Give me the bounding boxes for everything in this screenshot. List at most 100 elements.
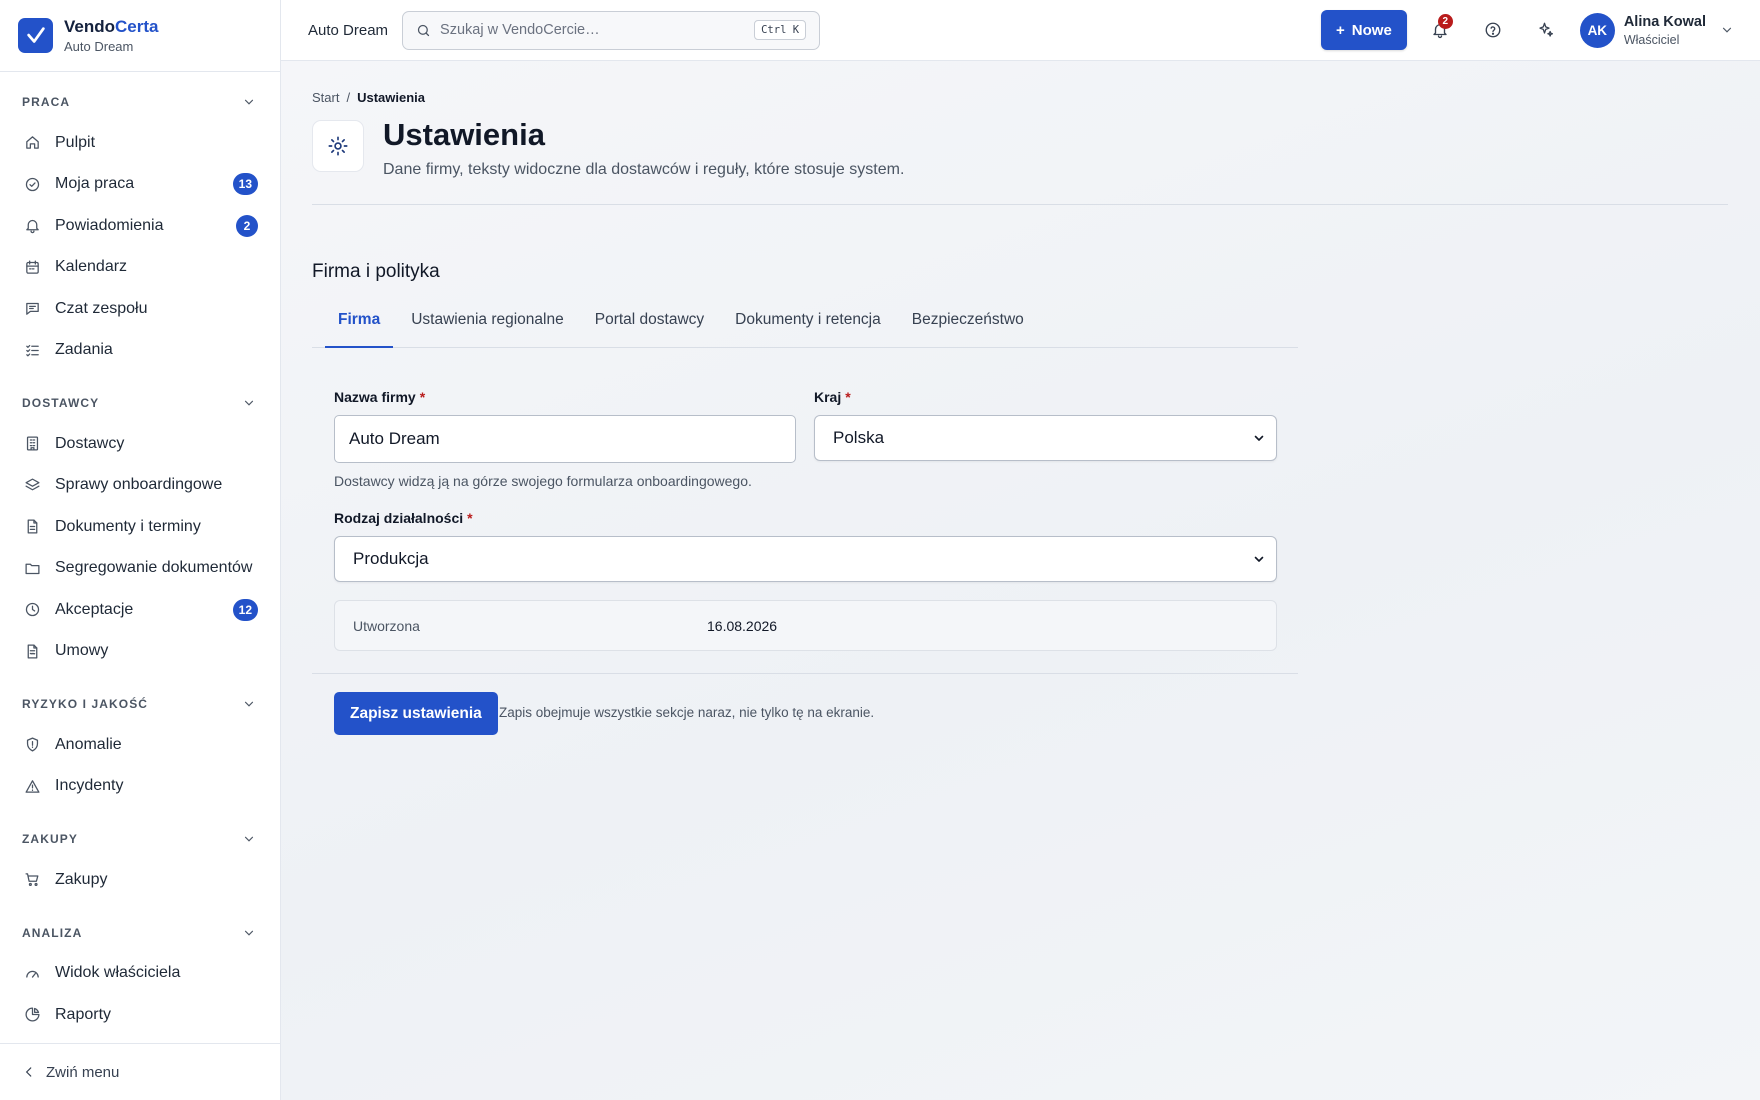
sidebar-item-label: Zadania xyxy=(55,341,113,359)
form-divider xyxy=(312,673,1298,674)
count-badge: 13 xyxy=(232,173,258,196)
help-circle-icon xyxy=(1485,22,1501,38)
sidebar-item-label: Incydenty xyxy=(55,777,124,795)
contract-icon xyxy=(27,644,38,659)
sidebar-item[interactable]: Anomalie xyxy=(0,724,280,766)
sidebar-section-title: DOSTAWCY xyxy=(22,396,100,410)
breadcrumb: Start / Ustawienia xyxy=(312,90,425,105)
notification-count-badge: 2 xyxy=(1437,14,1453,29)
tab-regional-settings[interactable]: Ustawienia regionalne xyxy=(398,311,577,348)
sidebar-item[interactable]: Dostawcy xyxy=(0,423,280,465)
sidebar-item[interactable]: Kalendarz xyxy=(0,247,280,289)
search-input[interactable] xyxy=(440,22,755,38)
search-icon xyxy=(417,24,430,36)
shield-icon xyxy=(26,737,39,752)
sidebar-section-title: ZAKUPY xyxy=(22,832,78,846)
topbar: Auto Dream Ctrl K + Nowe 2 AK Alina Kowa… xyxy=(281,0,1760,61)
created-info-box: Utworzona 16.08.2026 xyxy=(334,600,1277,651)
sidebar-section-title: ANALIZA xyxy=(22,925,83,940)
chevron-down-icon xyxy=(244,836,254,842)
folder-icon xyxy=(25,563,40,574)
chevron-down-icon xyxy=(1254,556,1264,562)
sidebar-item[interactable]: Umowy xyxy=(0,631,280,673)
settings-gear-icon xyxy=(312,120,364,172)
sidebar-nav: PRACA Pulpit Moja praca 13 Powiadomienia 2 Kal… xyxy=(0,82,280,1077)
tab-security[interactable]: Bezpieczeństwo xyxy=(899,311,1037,348)
sidebar-item-label: Moja praca xyxy=(55,175,135,193)
sidebar-item-label: Widok właściciela xyxy=(55,964,181,982)
sidebar-item[interactable]: Dokumenty i terminy xyxy=(0,506,280,548)
chevron-down-icon xyxy=(244,930,254,936)
sidebar-item[interactable]: Segregowanie dokumentów xyxy=(0,548,280,590)
sidebar-item-label: Czat zespołu xyxy=(55,299,148,317)
sidebar-item-label: Powiadomienia xyxy=(55,216,164,234)
sidebar-item-label: Umowy xyxy=(55,642,109,660)
sidebar-item[interactable]: Incydenty xyxy=(0,766,280,808)
created-value: 16.08.2026 xyxy=(707,617,778,634)
country-label: Kraj * xyxy=(814,389,851,405)
company-name-label: Nazwa firmy * xyxy=(334,389,426,405)
check-circle-icon xyxy=(25,177,40,191)
search-box[interactable]: Ctrl K xyxy=(402,10,821,50)
sidebar-section-header[interactable]: ZAKUPY xyxy=(0,819,280,859)
new-button[interactable]: + Nowe xyxy=(1321,10,1407,50)
sidebar-item[interactable]: Powiadomienia 2 xyxy=(0,205,280,247)
sidebar-section-header[interactable]: PRACA xyxy=(0,82,280,122)
sidebar-item-label: Dokumenty i terminy xyxy=(55,517,201,535)
chevron-left-icon xyxy=(25,1067,32,1077)
home-icon xyxy=(26,136,39,150)
sidebar-item[interactable]: Pulpit xyxy=(0,122,280,164)
country-select-value: Polska xyxy=(833,428,885,447)
collapse-menu-button[interactable]: Zwiń menu xyxy=(0,1043,280,1100)
chevron-down-icon xyxy=(1254,435,1264,441)
business-type-select[interactable]: Produkcja xyxy=(334,536,1277,582)
sidebar-section-header[interactable]: ANALIZA xyxy=(0,913,280,953)
country-select[interactable]: Polska xyxy=(814,415,1277,461)
avatar: AK xyxy=(1579,12,1615,48)
help-button[interactable] xyxy=(1471,8,1515,52)
chevron-down-icon xyxy=(244,701,254,707)
tab-supplier-portal[interactable]: Portal dostawcy xyxy=(582,311,717,348)
notifications-button[interactable]: 2 xyxy=(1418,8,1462,52)
sidebar-item[interactable]: Akceptacje 12 xyxy=(0,589,280,631)
save-settings-button[interactable]: Zapisz ustawienia xyxy=(334,692,498,735)
sparkles-icon xyxy=(1539,22,1553,37)
sidebar-item[interactable]: Raporty xyxy=(0,994,280,1036)
tab-firma[interactable]: Firma xyxy=(325,311,394,348)
save-note: Zapis obejmuje wszystkie sekcje naraz, n… xyxy=(499,705,875,720)
building-icon xyxy=(26,436,39,451)
sidebar-item-label: Zakupy xyxy=(55,870,108,888)
page-title: Ustawienia xyxy=(383,117,545,152)
bell-icon xyxy=(26,220,39,234)
main-content: Start / Ustawienia Ustawienia Dane firmy… xyxy=(281,61,1760,1100)
sidebar-section-title: PRACA xyxy=(22,95,71,109)
sidebar-item[interactable]: Zakupy xyxy=(0,859,280,901)
sidebar-section-header[interactable]: RYZYKO I JAKOŚĆ xyxy=(0,684,280,724)
pie-chart-icon xyxy=(25,1007,40,1022)
company-name-help: Dostawcy widzą ją na górze swojego formu… xyxy=(334,473,752,489)
breadcrumb-current: Ustawienia xyxy=(357,90,426,105)
count-badge: 2 xyxy=(236,214,258,237)
user-name: Alina Kowal xyxy=(1623,13,1706,30)
brand-name: VendoCerta xyxy=(64,17,159,36)
list-check-icon xyxy=(26,344,39,357)
breadcrumb-home-link[interactable]: Start xyxy=(312,90,339,105)
sidebar-item[interactable]: Sprawy onboardingowe xyxy=(0,465,280,507)
sidebar-item[interactable]: Czat zespołu xyxy=(0,288,280,330)
sidebar-item[interactable]: Zadania xyxy=(0,330,280,372)
clock-icon xyxy=(25,603,40,617)
sidebar-item-label: Segregowanie dokumentów xyxy=(55,559,253,577)
user-menu[interactable]: AK Alina Kowal Właściciel xyxy=(1579,12,1734,48)
collapse-menu-label: Zwiń menu xyxy=(46,1063,120,1081)
ai-assistant-button[interactable] xyxy=(1524,8,1568,52)
brand[interactable]: VendoCerta Auto Dream xyxy=(0,0,280,72)
sidebar-item[interactable]: Widok właściciela xyxy=(0,953,280,995)
company-name-input[interactable] xyxy=(334,415,796,463)
chat-icon xyxy=(26,303,39,316)
sidebar-section-header[interactable]: DOSTAWCY xyxy=(0,383,280,423)
tab-documents-retention[interactable]: Dokumenty i retencja xyxy=(722,311,894,348)
section-title: Firma i polityka xyxy=(312,261,440,282)
created-label: Utworzona xyxy=(353,617,420,634)
sidebar-item[interactable]: Moja praca 13 xyxy=(0,164,280,206)
sidebar-item-label: Anomalie xyxy=(55,735,122,753)
